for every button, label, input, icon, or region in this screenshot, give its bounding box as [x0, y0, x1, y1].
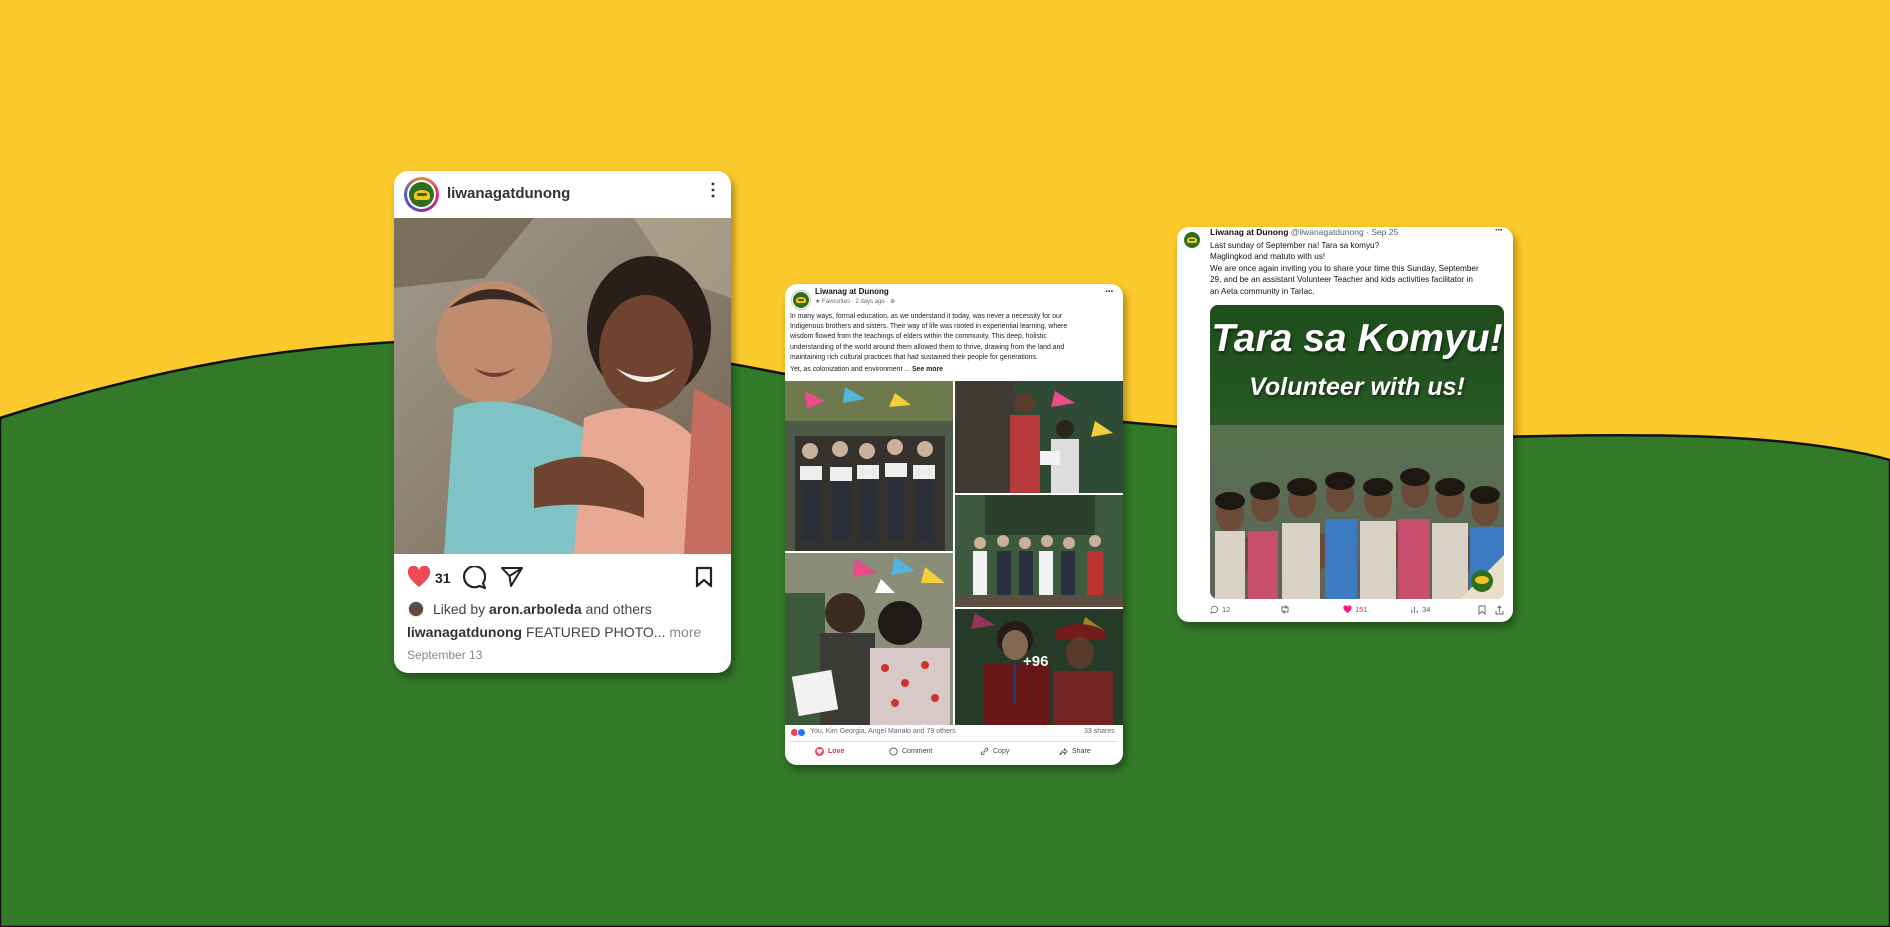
avatar[interactable] — [791, 290, 811, 310]
post-date: September 13 — [407, 648, 483, 662]
comment-button[interactable]: Comment — [889, 747, 932, 756]
share-label: Share — [1072, 748, 1091, 755]
comment-icon[interactable] — [462, 566, 486, 589]
logo-icon — [1184, 232, 1200, 248]
liker-avatar[interactable] — [408, 601, 424, 617]
post-body-line: understanding of the world around them a… — [790, 343, 1065, 351]
love-button[interactable]: Love — [815, 747, 844, 756]
instagram-header: liwanagatdunong ⋯ — [394, 171, 731, 218]
views-button[interactable]: 34 — [1410, 605, 1430, 614]
banner-subtitle: Volunteer with us! — [1249, 373, 1465, 401]
post-body: In many ways, formal education, as we un… — [790, 312, 1120, 363]
tweet-header: Liwanag at Dunong @liwanagatdunong · Sep… — [1210, 227, 1398, 237]
likes-count: 151 — [1355, 605, 1368, 614]
tweet-text-line: Last sunday of September na! Tara sa kom… — [1210, 241, 1380, 250]
liked-by-suffix: and others — [585, 601, 652, 617]
banner-title: Tara sa Komyu! — [1211, 317, 1503, 360]
copy-button[interactable]: Copy — [980, 747, 1009, 756]
instagram-username[interactable]: liwanagatdunong — [447, 185, 570, 202]
link-icon — [980, 747, 989, 756]
more-options-icon[interactable]: ··· — [1495, 227, 1503, 236]
tweet-image[interactable]: Tara sa Komyu! Volunteer with us! — [1210, 305, 1504, 599]
display-name[interactable]: Liwanag at Dunong — [1210, 227, 1288, 237]
tweet-text-line: 29, and be an assistant Volunteer Teache… — [1210, 275, 1473, 285]
reply-button[interactable]: 12 — [1210, 605, 1230, 614]
tweet-text-line: We are once again inviting you to share … — [1210, 263, 1479, 273]
share-icon[interactable] — [500, 566, 524, 588]
post-body-line: In many ways, formal education, as we un… — [790, 313, 1063, 320]
reply-icon — [1210, 605, 1219, 614]
post-body-line: Indigenous brothers and sisters. Their w… — [790, 323, 1068, 331]
liked-by-line: Liked by aron.arboleda and others — [433, 601, 652, 617]
post-body-line: maintaining rich cultural practices that… — [790, 353, 1038, 361]
photo-grid-item[interactable] — [955, 381, 1123, 493]
x-post-card: Liwanag at Dunong @liwanagatdunong · Sep… — [1177, 227, 1513, 622]
tweet-text-line: Maglingkod and matuto with us! — [1210, 252, 1326, 262]
like-reaction-icon — [797, 728, 806, 737]
avatar[interactable] — [404, 177, 439, 212]
views-count: 34 — [1422, 605, 1431, 614]
more-link[interactable]: more — [669, 624, 701, 640]
repost-icon[interactable] — [1280, 605, 1290, 614]
share-button[interactable]: Share — [1059, 747, 1091, 756]
comment-icon — [889, 747, 898, 756]
bookmark-icon[interactable] — [695, 566, 713, 588]
post-photo[interactable] — [394, 218, 731, 554]
see-more-link[interactable]: See more — [912, 366, 943, 373]
caption: liwanagatdunong FEATURED PHOTO... more — [407, 624, 701, 640]
post-body-tail: Yet, as colonization and environment ...… — [790, 366, 943, 373]
share-icon — [1059, 747, 1068, 756]
more-photos-count[interactable]: +96 — [1023, 653, 1048, 670]
logo-icon — [793, 292, 809, 308]
photo-grid-item[interactable] — [785, 381, 953, 551]
liked-by-user[interactable]: aron.arboleda — [489, 601, 582, 617]
divider — [790, 741, 1118, 742]
more-options-icon[interactable]: ··· — [1105, 286, 1114, 298]
upload-icon[interactable] — [1495, 605, 1504, 615]
logo-icon — [409, 182, 434, 207]
comment-label: Comment — [902, 748, 933, 755]
post-meta: ★ Favourites · 2 days ago · ⊕ — [815, 299, 896, 305]
heart-icon[interactable] — [407, 566, 431, 588]
caption-text: FEATURED PHOTO... — [526, 624, 666, 640]
tweet-text-line: an Aeta community in Tarlac. — [1210, 286, 1315, 296]
liked-by-prefix: Liked by — [433, 601, 486, 617]
shares-count[interactable]: 33 shares — [1084, 728, 1115, 735]
handle-date[interactable]: @liwanagatdunong · Sep 25 — [1291, 227, 1398, 237]
tweet-text: Last sunday of September na! Tara sa kom… — [1210, 240, 1510, 297]
instagram-post-card: liwanagatdunong ⋯ 31 Liked by aron.arbol… — [394, 171, 731, 673]
love-label: Love — [828, 748, 845, 755]
photo-grid-item[interactable] — [785, 553, 953, 725]
post-body-line: wisdom flowed from the teachings of elde… — [790, 333, 1047, 341]
heart-icon — [815, 747, 824, 756]
like-button[interactable]: 151 — [1343, 605, 1368, 614]
avatar[interactable] — [1183, 231, 1201, 249]
photo-grid-item[interactable] — [955, 495, 1123, 607]
copy-label: Copy — [993, 748, 1010, 755]
likes-count: 31 — [435, 570, 451, 586]
reactions-summary[interactable]: You, Kim Georgia, Angel Manalo and 79 ot… — [810, 728, 956, 735]
caption-user[interactable]: liwanagatdunong — [407, 624, 522, 640]
bookmark-icon[interactable] — [1478, 605, 1486, 615]
photo-grid-item[interactable]: +96 — [955, 609, 1123, 725]
heart-icon — [1343, 605, 1352, 614]
body-tail-text: Yet, as colonization and environment ... — [790, 366, 911, 373]
replies-count: 12 — [1222, 605, 1231, 614]
page-name[interactable]: Liwanag at Dunong — [815, 287, 889, 296]
kebab-menu-icon[interactable]: ⋯ — [702, 181, 724, 198]
analytics-icon — [1411, 606, 1418, 614]
facebook-post-card: Liwanag at Dunong ★ Favourites · 2 days … — [785, 284, 1123, 765]
